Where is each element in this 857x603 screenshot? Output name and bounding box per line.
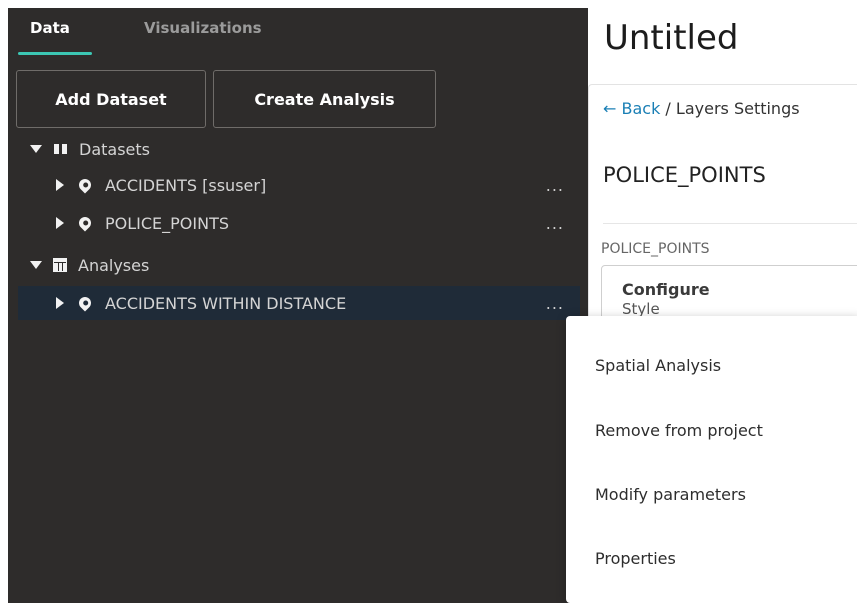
tree-group-datasets[interactable]: Datasets bbox=[8, 132, 580, 166]
map-pin-icon bbox=[76, 294, 94, 312]
tree-item-label: POLICE_POINTS bbox=[105, 213, 230, 233]
settings-card: ← Back / Layers Settings POLICE_POINTS P… bbox=[588, 84, 857, 335]
chevron-right-icon[interactable] bbox=[56, 297, 64, 309]
add-dataset-button[interactable]: Add Dataset bbox=[16, 70, 206, 128]
menu-item-remove-from-project[interactable]: Remove from project bbox=[566, 405, 857, 455]
book-icon bbox=[53, 143, 68, 155]
configure-title: Configure bbox=[622, 280, 710, 299]
tree-group-label: Datasets bbox=[79, 139, 150, 159]
map-pin-icon bbox=[76, 176, 94, 194]
data-panel: Data Visualizations Add Dataset Create A… bbox=[8, 8, 588, 603]
chevron-down-icon[interactable] bbox=[30, 261, 42, 269]
breadcrumb: ← Back / Layers Settings bbox=[603, 99, 800, 118]
breadcrumb-separator: / bbox=[660, 99, 676, 118]
chevron-right-icon[interactable] bbox=[56, 217, 64, 229]
breadcrumb-current: Layers Settings bbox=[675, 99, 800, 118]
tree-item-label: ACCIDENTS WITHIN DISTANCE bbox=[105, 293, 347, 313]
create-analysis-button[interactable]: Create Analysis bbox=[213, 70, 436, 128]
divider bbox=[603, 223, 857, 224]
menu-item-modify-parameters[interactable]: Modify parameters bbox=[566, 469, 857, 519]
tree-item-accidents[interactable]: ACCIDENTS [ssuser] ... bbox=[8, 168, 580, 202]
tab-visualizations[interactable]: Visualizations bbox=[144, 19, 262, 37]
menu-item-spatial-analysis[interactable]: Spatial Analysis bbox=[566, 340, 857, 390]
tree-item-label: ACCIDENTS [ssuser] bbox=[105, 175, 267, 195]
chevron-right-icon[interactable] bbox=[56, 179, 64, 191]
tree-item-accidents-within-distance[interactable]: ACCIDENTS WITHIN DISTANCE ... bbox=[18, 286, 580, 320]
layer-title: POLICE_POINTS bbox=[603, 163, 766, 187]
tree-item-police-points[interactable]: POLICE_POINTS ... bbox=[8, 206, 580, 240]
context-menu: Spatial Analysis Remove from project Mod… bbox=[566, 316, 857, 603]
chevron-down-icon[interactable] bbox=[30, 145, 42, 153]
menu-item-properties[interactable]: Properties bbox=[566, 533, 857, 583]
layer-label: POLICE_POINTS bbox=[601, 241, 710, 257]
tab-data[interactable]: Data bbox=[30, 19, 70, 37]
page-title[interactable]: Untitled bbox=[604, 18, 739, 58]
back-link[interactable]: ← Back bbox=[603, 99, 660, 118]
panel-tabs: Data Visualizations bbox=[8, 8, 588, 58]
tree-group-label: Analyses bbox=[78, 255, 150, 275]
active-tab-indicator bbox=[18, 52, 92, 55]
tree-group-analyses[interactable]: Analyses bbox=[8, 248, 580, 282]
more-options-icon[interactable]: ... bbox=[546, 294, 564, 313]
more-options-icon[interactable]: ... bbox=[546, 214, 564, 233]
map-pin-icon bbox=[76, 214, 94, 232]
table-icon bbox=[53, 258, 67, 272]
more-options-icon[interactable]: ... bbox=[546, 176, 564, 195]
